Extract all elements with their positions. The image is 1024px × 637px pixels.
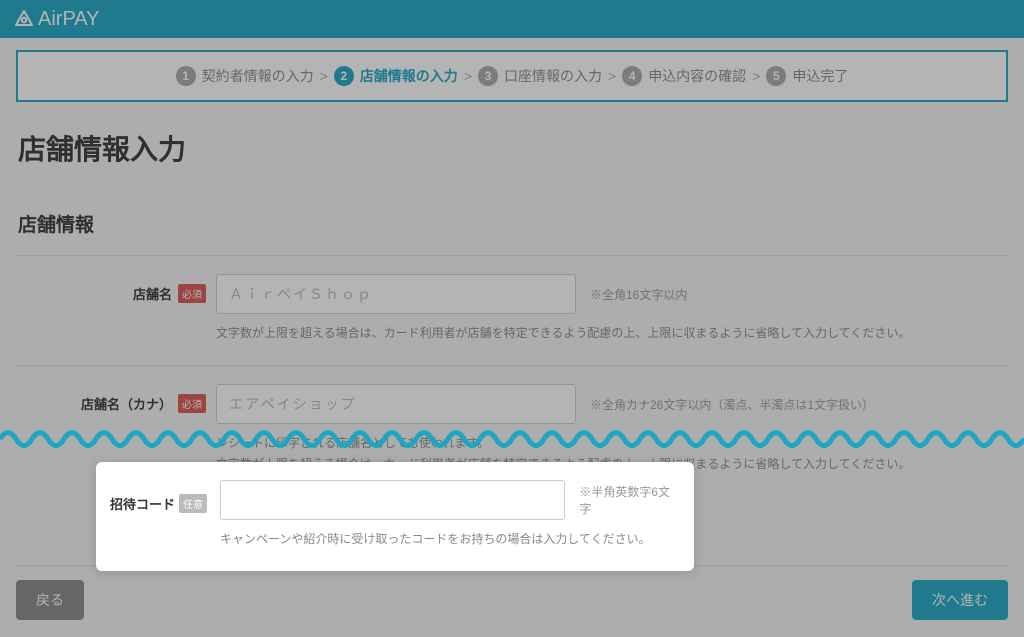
- step-separator: >: [320, 68, 328, 84]
- brand-logo: AirPAY: [14, 8, 100, 31]
- brand-text: AirPAY: [38, 8, 100, 31]
- brand-icon: [14, 9, 34, 29]
- step-separator: >: [752, 68, 760, 84]
- invite-code-input[interactable]: [220, 480, 565, 520]
- shop-name-label: 店舗名: [133, 284, 172, 303]
- shop-name-kana-note: ※全角カナ26文字以内（濁点、半濁点は1文字扱い）: [590, 396, 874, 413]
- field-invite-code: 招待コード 任意 ※半角英数字6文字 キャンペーンや紹介時に受け取ったコードをお…: [110, 476, 680, 549]
- step-2: 2店舗情報の入力: [334, 66, 458, 86]
- step-separator: >: [608, 68, 616, 84]
- invite-code-help: キャンペーンや紹介時に受け取ったコードをお持ちの場合は入力してください。: [220, 530, 680, 549]
- step-4: 4申込内容の確認: [622, 66, 746, 86]
- shop-name-input[interactable]: [216, 274, 576, 314]
- wave-divider: [0, 424, 1024, 454]
- footer-bar: 戻る 次へ進む: [16, 565, 1008, 621]
- invite-code-label: 招待コード: [110, 494, 175, 513]
- shop-name-help: 文字数が上限を超える場合は、カード利用者が店舗を特定できるよう配慮の上、上限に収…: [216, 324, 1008, 343]
- optional-badge: 任意: [179, 494, 207, 513]
- page: 1契約者情報の入力 > 2店舗情報の入力 > 3口座情報の入力 > 4申込内容の…: [0, 38, 1024, 475]
- shop-name-kana-label: 店舗名（カナ）: [81, 394, 172, 413]
- shop-name-note: ※全角16文字以内: [590, 286, 687, 303]
- field-shop-name-kana: 店舗名（カナ） 必須 ※全角カナ26文字以内（濁点、半濁点は1文字扱い） レシー…: [16, 366, 1008, 474]
- progress-stepper: 1契約者情報の入力 > 2店舗情報の入力 > 3口座情報の入力 > 4申込内容の…: [16, 50, 1008, 102]
- topbar: AirPAY: [0, 0, 1024, 38]
- shop-name-kana-input[interactable]: [216, 384, 576, 424]
- step-separator: >: [464, 68, 472, 84]
- required-badge: 必須: [178, 284, 206, 303]
- invite-code-note: ※半角英数字6文字: [579, 483, 680, 517]
- invite-code-card: 招待コード 任意 ※半角英数字6文字 キャンペーンや紹介時に受け取ったコードをお…: [96, 462, 694, 571]
- back-button[interactable]: 戻る: [16, 580, 84, 620]
- field-shop-name: 店舗名 必須 ※全角16文字以内 文字数が上限を超える場合は、カード利用者が店舗…: [16, 256, 1008, 343]
- step-1: 1契約者情報の入力: [176, 66, 314, 86]
- step-3: 3口座情報の入力: [478, 66, 602, 86]
- required-badge: 必須: [178, 394, 206, 413]
- page-title: 店舗情報入力: [18, 128, 1008, 168]
- step-5: 5申込完了: [766, 66, 848, 86]
- next-button[interactable]: 次へ進む: [912, 580, 1008, 620]
- section-title: 店舗情報: [18, 210, 1008, 237]
